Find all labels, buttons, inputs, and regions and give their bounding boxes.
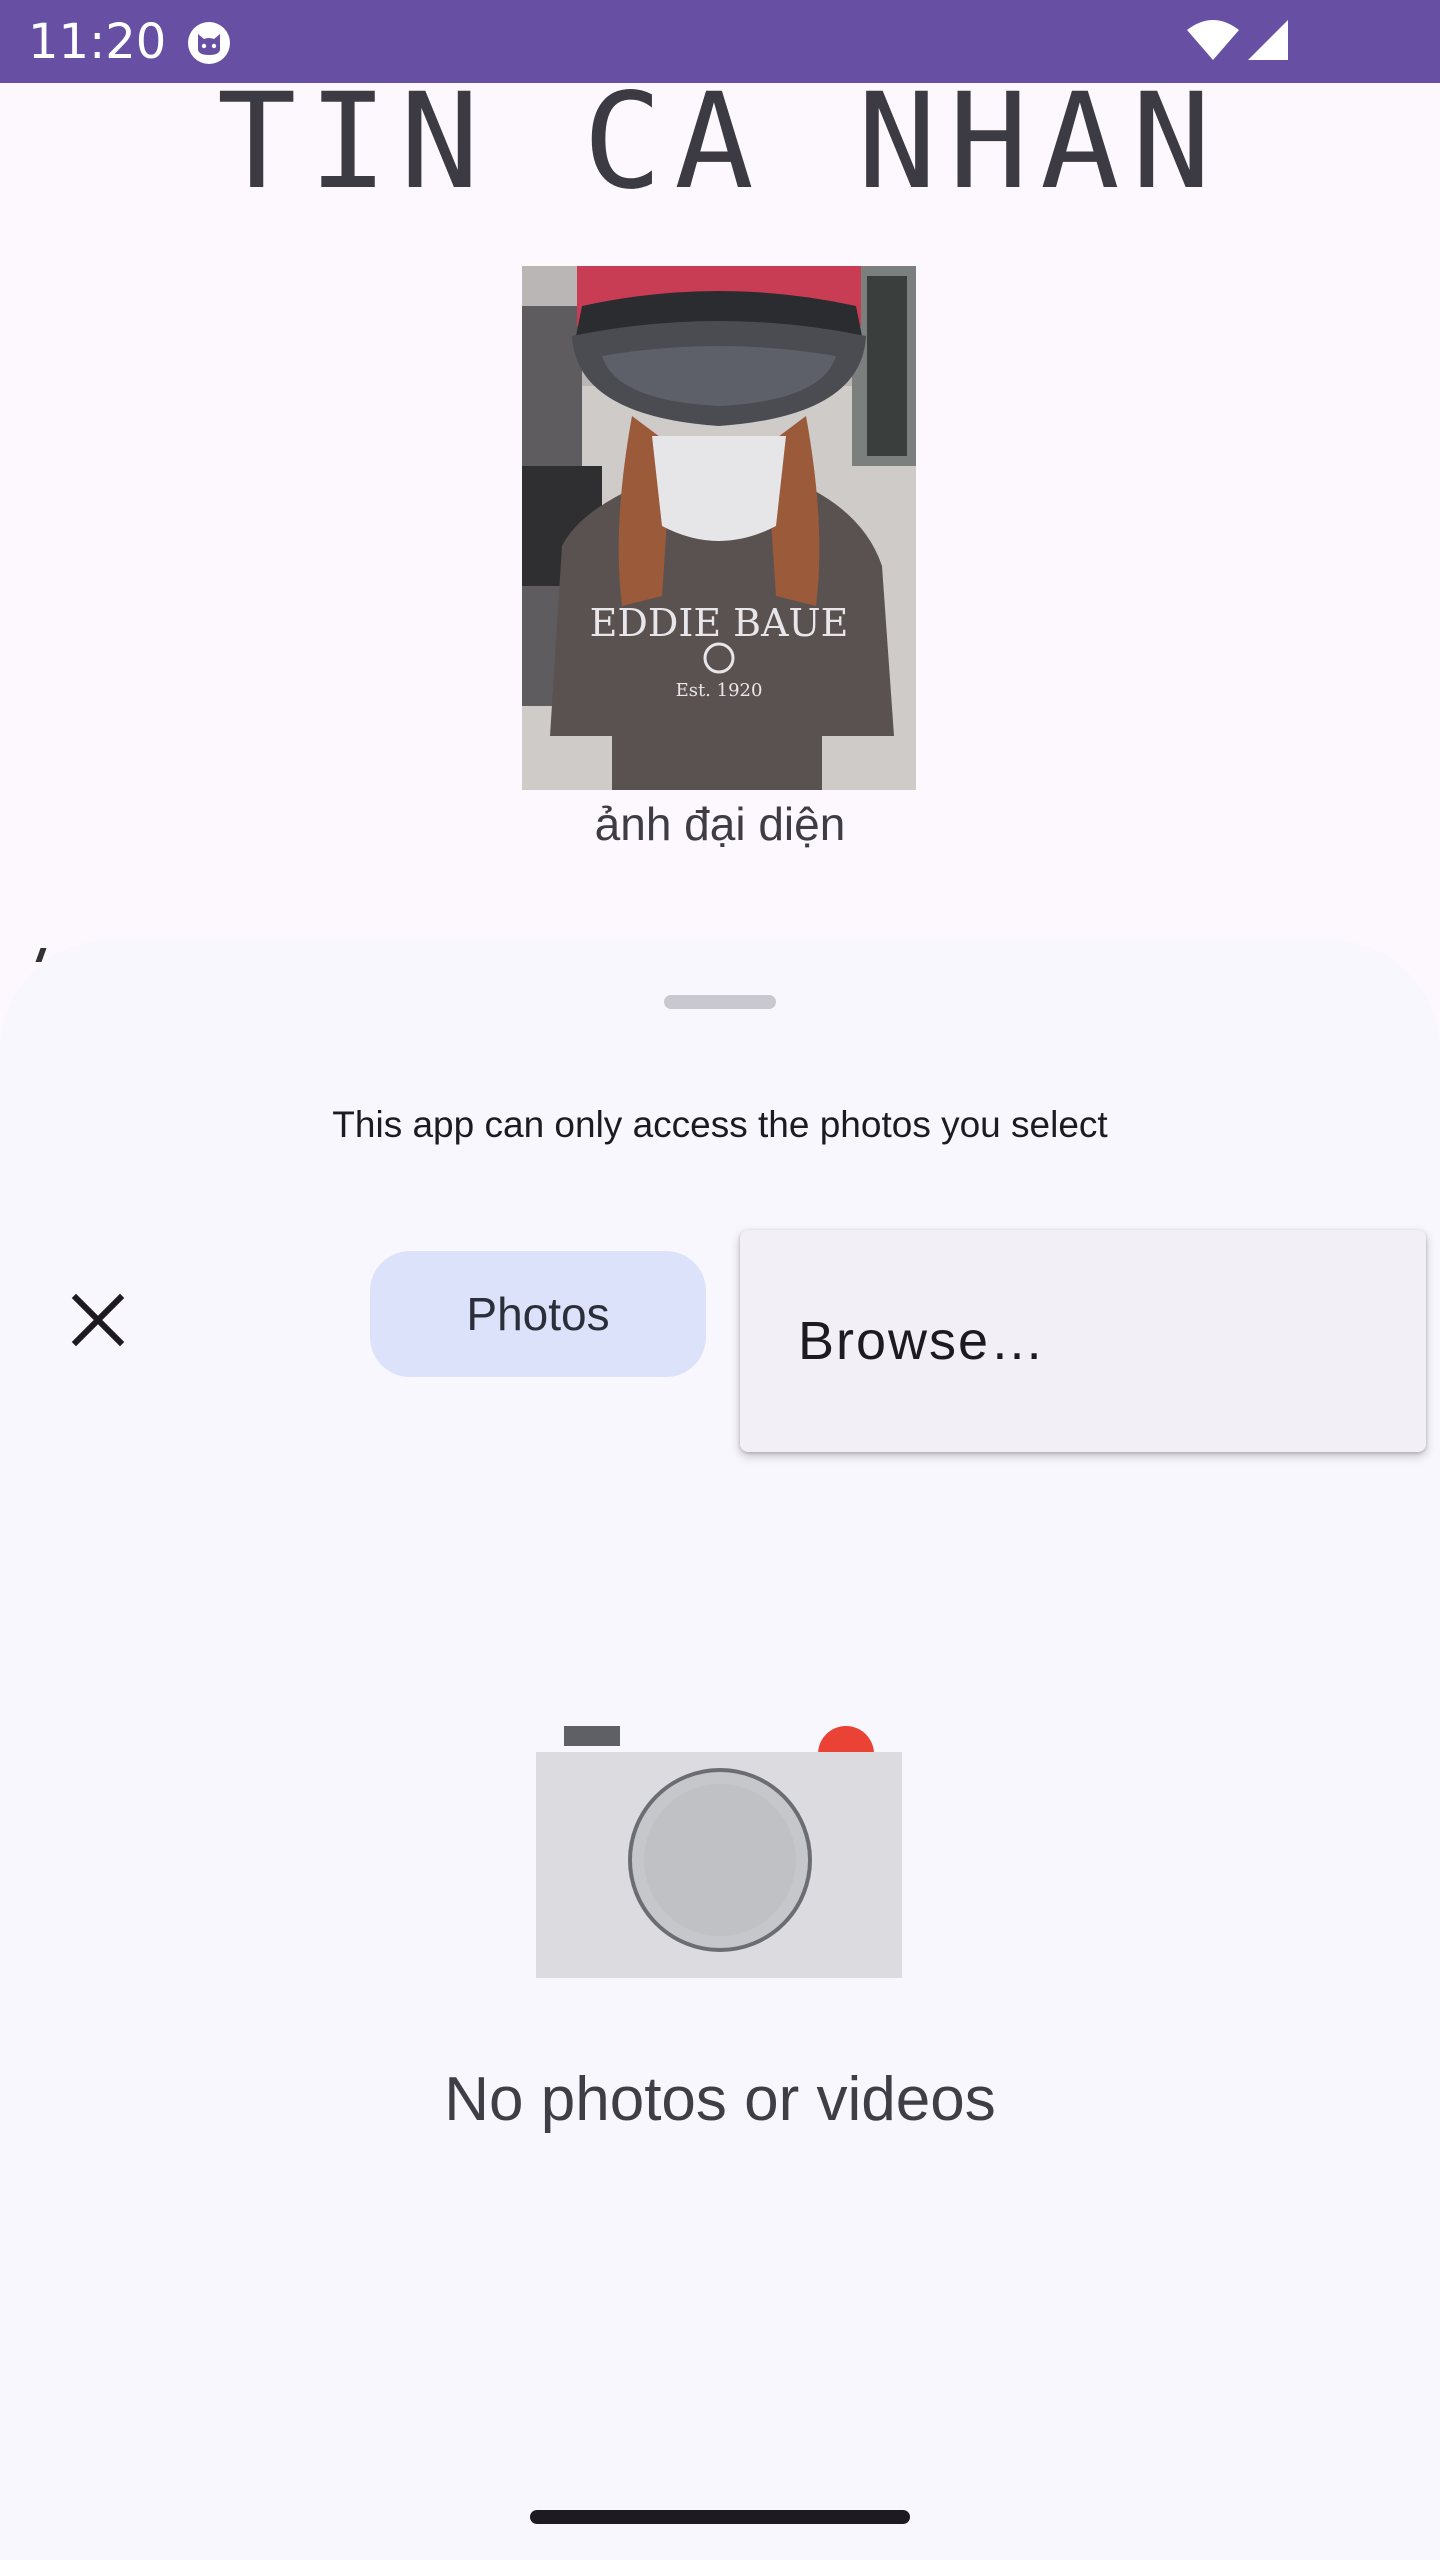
svg-text:EDDIE BAUE: EDDIE BAUE	[590, 601, 849, 645]
empty-state-message: No photos or videos	[444, 2065, 996, 2134]
status-time: 11:20	[28, 14, 167, 70]
avatar-caption: ảnh đại diện	[594, 798, 846, 850]
status-bar: 11:20	[0, 0, 1440, 83]
cellular-signal-icon	[1248, 20, 1288, 60]
svg-text:Est. 1920: Est. 1920	[676, 680, 763, 701]
page-title: TIN CÁ NHÂN	[216, 65, 1224, 219]
camera-icon	[536, 1726, 902, 1978]
close-icon	[71, 1293, 125, 1347]
avatar-photo: EDDIE BAUE Est. 1920	[522, 266, 916, 790]
drag-handle[interactable]	[664, 995, 776, 1009]
cat-notification-icon	[188, 22, 230, 64]
menu-item-browse[interactable]: Browse…	[740, 1230, 1426, 1452]
wifi-icon	[1187, 20, 1239, 60]
home-indicator[interactable]	[530, 2510, 910, 2524]
tab-photos[interactable]: Photos	[370, 1251, 706, 1377]
overflow-menu: Browse…	[740, 1230, 1426, 1452]
close-button[interactable]	[58, 1280, 138, 1360]
avatar-image[interactable]: EDDIE BAUE Est. 1920	[522, 266, 916, 790]
menu-item-browse-label: Browse…	[798, 1311, 1047, 1371]
photo-picker-sheet: This app can only access the photos you …	[0, 940, 1440, 2560]
tab-photos-label: Photos	[466, 1288, 610, 1340]
access-notice: This app can only access the photos you …	[332, 1104, 1108, 1145]
